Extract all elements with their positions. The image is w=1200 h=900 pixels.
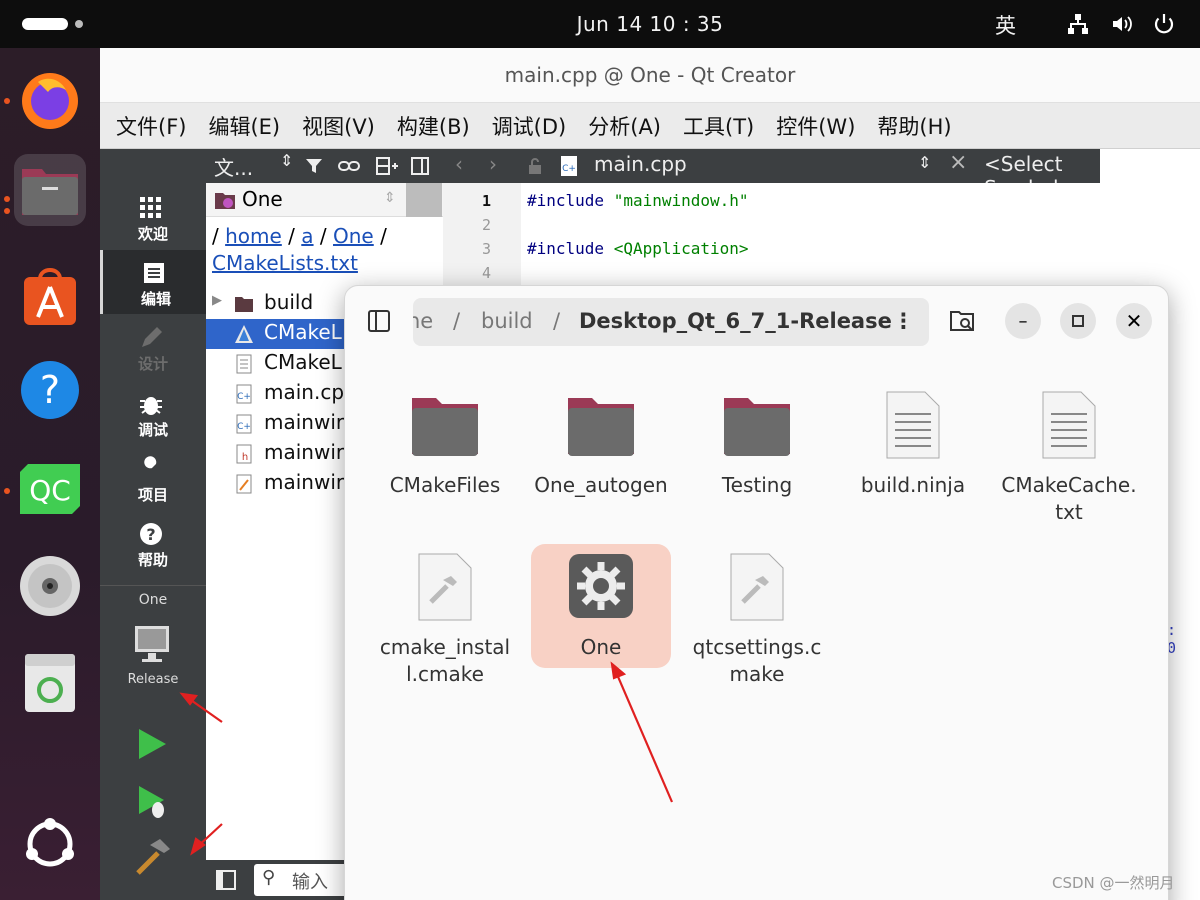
watermark: CSDN @一然明月 xyxy=(1052,874,1175,892)
annotation-overlay xyxy=(179,661,674,856)
annotation-arrowhead xyxy=(610,661,627,680)
annotation-arrow xyxy=(614,671,674,803)
